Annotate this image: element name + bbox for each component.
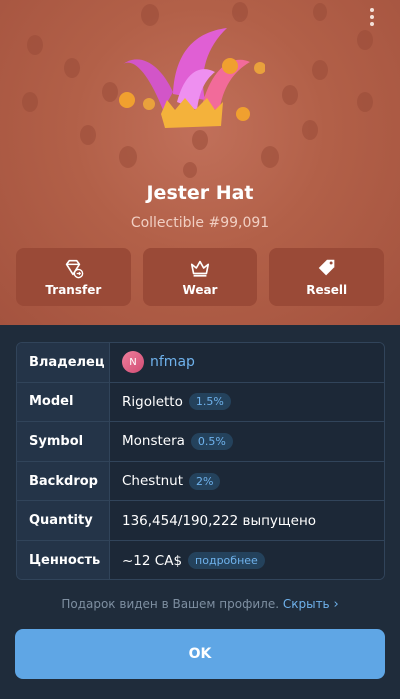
wear-label: Wear xyxy=(182,283,218,297)
value-amount: ~12 CA$ xyxy=(122,552,183,569)
backdrop-value: Chestnut xyxy=(122,473,184,490)
price-tag-icon xyxy=(318,259,335,276)
crown-icon xyxy=(190,260,210,277)
ok-button[interactable]: OK xyxy=(15,629,385,679)
wear-button[interactable]: Wear xyxy=(142,248,258,306)
jester-hat-image xyxy=(119,28,265,128)
backdrop-rarity-badge[interactable]: 2% xyxy=(189,472,221,490)
more-details-link[interactable]: подробнее xyxy=(188,552,265,570)
symbol-value: Monstera xyxy=(122,433,185,450)
visibility-notice: Подарок виден в Вашем профиле. Скрыть › xyxy=(0,597,400,612)
action-bar: Transfer Wear Resell xyxy=(16,248,385,306)
symbol-row: Symbol Monstera 0.5% xyxy=(17,422,384,462)
gift-preview: Jester Hat Collectible #99,091 Transfer … xyxy=(0,0,400,325)
more-options-button[interactable] xyxy=(362,6,382,28)
quantity-value-cell: 136,454/190,222 выпущено xyxy=(110,501,384,540)
value-row: Ценность ~12 CA$ подробнее xyxy=(17,540,384,579)
resell-button[interactable]: Resell xyxy=(269,248,385,306)
gift-subtitle: Collectible #99,091 xyxy=(130,215,270,231)
quantity-value: 136,454/190,222 выпущено xyxy=(122,512,317,529)
backdrop-value-cell: Chestnut 2% xyxy=(110,461,384,501)
model-rarity-badge[interactable]: 1.5% xyxy=(188,393,231,411)
value-label: Ценность xyxy=(17,540,110,579)
transfer-button[interactable]: Transfer xyxy=(16,248,131,306)
value-value-cell: ~12 CA$ подробнее xyxy=(110,540,384,579)
gem-transfer-icon xyxy=(66,259,84,279)
transfer-label: Transfer xyxy=(45,283,102,297)
owner-link[interactable]: N nfmap xyxy=(110,343,384,382)
model-row: Model Rigoletto 1.5% xyxy=(17,382,384,423)
owner-avatar: N xyxy=(122,351,144,374)
notice-text: Подарок виден в Вашем профиле. xyxy=(61,597,280,611)
chevron-right-icon: › xyxy=(333,597,339,612)
resell-label: Resell xyxy=(306,283,348,297)
owner-row: Владелец N nfmap xyxy=(17,343,384,383)
symbol-rarity-badge[interactable]: 0.5% xyxy=(190,432,233,450)
backdrop-label: Backdrop xyxy=(17,461,110,501)
owner-name: nfmap xyxy=(150,354,195,371)
gift-details-table: Владелец N nfmap Model Rigoletto 1.5% Sy… xyxy=(16,342,385,580)
symbol-label: Symbol xyxy=(17,422,110,461)
details-sheet: Владелец N nfmap Model Rigoletto 1.5% Sy… xyxy=(0,325,400,699)
backdrop-row: Backdrop Chestnut 2% xyxy=(17,461,384,502)
model-value-cell: Rigoletto 1.5% xyxy=(110,382,384,422)
model-value: Rigoletto xyxy=(122,393,183,410)
hide-link[interactable]: Скрыть xyxy=(283,597,330,611)
model-label: Model xyxy=(17,382,110,422)
symbol-value-cell: Monstera 0.5% xyxy=(110,422,384,461)
owner-label: Владелец xyxy=(17,343,110,382)
gift-title: Jester Hat xyxy=(146,182,254,204)
quantity-row: Quantity 136,454/190,222 выпущено xyxy=(17,501,384,541)
quantity-label: Quantity xyxy=(17,501,110,540)
